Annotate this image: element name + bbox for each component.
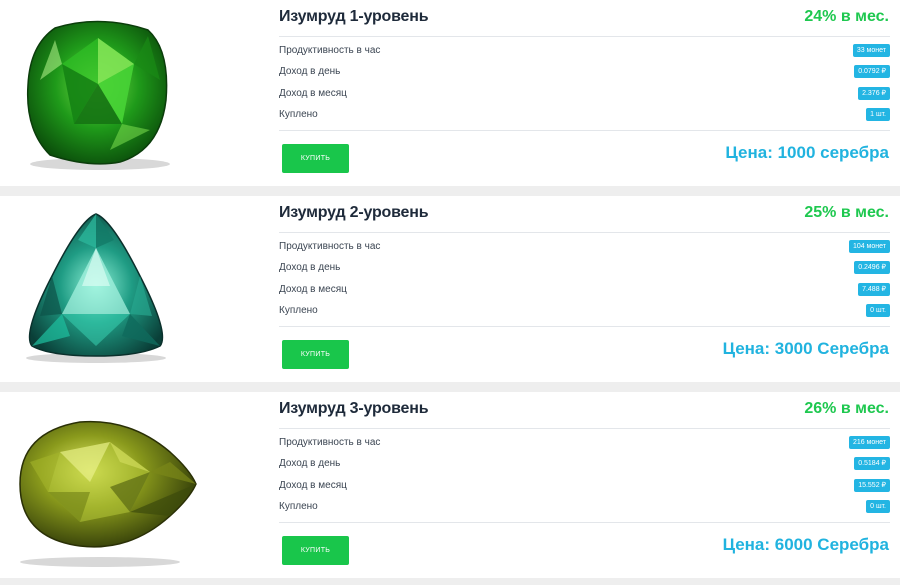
stat-label: Продуктивность в час — [279, 241, 381, 252]
price-label: Цена: 3000 Серебра — [722, 339, 889, 358]
stat-label: Доход в месяц — [279, 88, 347, 99]
stat-row-daily-income: Доход в день 0.5184 ₽ — [279, 456, 890, 474]
stat-label: Куплено — [279, 109, 318, 120]
card-title: Изумруд 2-уровень — [279, 204, 429, 221]
product-card-level-2: Изумруд 2-уровень 25% в мес. Продуктивно… — [0, 196, 900, 382]
product-card-level-1: Изумруд 1-уровень 24% в мес. Продуктивно… — [0, 0, 900, 186]
divider — [279, 428, 890, 429]
stat-badge: 7.488 ₽ — [858, 283, 890, 296]
stat-label: Доход в день — [279, 458, 341, 469]
stat-badge: 0.0792 ₽ — [854, 65, 890, 78]
stat-row-monthly-income: Доход в месяц 7.488 ₽ — [279, 282, 890, 300]
stat-row-productivity: Продуктивность в час 216 монет — [279, 435, 890, 453]
green-cushion-gem-icon — [0, 0, 260, 186]
stat-row-productivity: Продуктивность в час 33 монет — [279, 43, 890, 61]
stat-label: Куплено — [279, 501, 318, 512]
buy-button[interactable]: КУПИТЬ — [282, 144, 349, 173]
price-label: Цена: 6000 Серебра — [722, 535, 889, 554]
buy-button[interactable]: КУПИТЬ — [282, 536, 349, 565]
stat-badge: 0.5184 ₽ — [854, 457, 890, 470]
divider — [279, 326, 890, 327]
stat-row-purchased: Куплено 0 шт. — [279, 303, 890, 321]
stat-badge: 0 шт. — [866, 500, 890, 513]
stat-row-monthly-income: Доход в месяц 15.552 ₽ — [279, 478, 890, 496]
stat-badge: 0 шт. — [866, 304, 890, 317]
stat-badge: 0.2496 ₽ — [854, 261, 890, 274]
teal-trillion-gem-icon — [0, 196, 260, 382]
stat-label: Доход в месяц — [279, 480, 347, 491]
product-card-level-3: Изумруд 3-уровень 26% в мес. Продуктивно… — [0, 392, 900, 578]
card-title: Изумруд 1-уровень — [279, 8, 429, 25]
stat-label: Продуктивность в час — [279, 45, 381, 56]
stat-badge: 1 шт. — [866, 108, 890, 121]
stat-row-daily-income: Доход в день 0.2496 ₽ — [279, 260, 890, 278]
stat-badge: 216 монет — [848, 436, 890, 449]
olive-pear-gem-icon — [0, 392, 260, 578]
stat-label: Доход в день — [279, 262, 341, 273]
stat-row-daily-income: Доход в день 0.0792 ₽ — [279, 64, 890, 82]
stat-label: Доход в день — [279, 66, 341, 77]
buy-button[interactable]: КУПИТЬ — [282, 340, 349, 369]
stat-row-purchased: Куплено 1 шт. — [279, 107, 890, 125]
monthly-rate: 24% в мес. — [804, 8, 889, 25]
monthly-rate: 25% в мес. — [804, 204, 889, 221]
stat-row-monthly-income: Доход в месяц 2.376 ₽ — [279, 86, 890, 104]
stat-label: Доход в месяц — [279, 284, 347, 295]
stat-row-purchased: Куплено 0 шт. — [279, 499, 890, 517]
divider — [279, 522, 890, 523]
stat-badge: 104 монет — [848, 240, 890, 253]
stat-badge: 2.376 ₽ — [858, 87, 890, 100]
stat-row-productivity: Продуктивность в час 104 монет — [279, 239, 890, 257]
divider — [279, 232, 890, 233]
divider — [279, 36, 890, 37]
stat-badge: 33 монет — [852, 44, 890, 57]
stat-label: Продуктивность в час — [279, 437, 381, 448]
price-label: Цена: 1000 серебра — [725, 143, 889, 162]
card-title: Изумруд 3-уровень — [279, 400, 429, 417]
stat-badge: 15.552 ₽ — [854, 479, 890, 492]
monthly-rate: 26% в мес. — [804, 400, 889, 417]
stat-label: Куплено — [279, 305, 318, 316]
divider — [279, 130, 890, 131]
